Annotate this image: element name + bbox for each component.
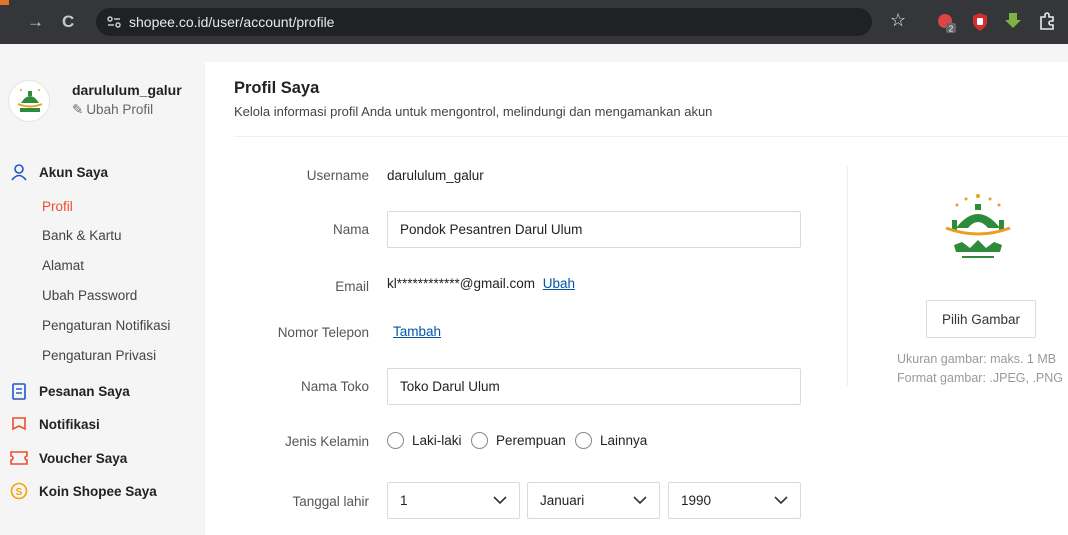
user-icon — [10, 163, 28, 181]
clipboard-icon — [10, 382, 28, 400]
name-input[interactable]: Pondok Pesantren Darul Ulum — [387, 211, 801, 248]
ticket-icon — [10, 449, 28, 467]
chevron-down-icon — [774, 496, 788, 505]
sidebar-item-akun-saya[interactable]: Akun Saya — [10, 163, 108, 181]
email-row: kl************@gmail.com Ubah — [387, 276, 575, 291]
address-bar[interactable]: shopee.co.id/user/account/profile — [96, 8, 872, 36]
username-label: Username — [306, 168, 369, 183]
avatar[interactable] — [8, 80, 50, 122]
name-label: Nama — [332, 222, 369, 237]
pencil-icon: ✎ — [72, 102, 84, 117]
extension-badge-icon[interactable]: 2 — [936, 12, 958, 34]
sidebar-item-notifikasi[interactable]: Notifikasi — [10, 415, 100, 433]
sidebar-item-label: Pesanan Saya — [39, 383, 130, 399]
chevron-down-icon — [493, 496, 507, 505]
sidebar-item-label: Koin Shopee Saya — [39, 483, 157, 499]
username-value: darululum_galur — [387, 168, 484, 183]
sidebar-item-pesanan-saya[interactable]: Pesanan Saya — [10, 382, 130, 400]
dob-day-value: 1 — [400, 493, 408, 508]
radio-circle — [471, 432, 488, 449]
download-arrow-icon[interactable] — [1004, 12, 1022, 32]
browser-toolbar: → C shopee.co.id/user/account/profile ☆ … — [0, 0, 1068, 44]
dob-year-value: 1990 — [681, 493, 712, 508]
gender-radio-lainnya[interactable]: Lainnya — [575, 432, 647, 449]
forward-icon[interactable]: → — [27, 12, 44, 32]
email-label: Email — [335, 279, 369, 294]
extensions-puzzle-icon[interactable] — [1038, 12, 1056, 32]
shop-name-input[interactable]: Toko Darul Ulum — [387, 368, 801, 405]
radio-circle — [387, 432, 404, 449]
tab-indicator — [0, 0, 9, 5]
divider — [234, 136, 1068, 137]
dob-month-value: Januari — [540, 493, 585, 508]
gender-radio-laki-laki[interactable]: Laki-laki — [387, 432, 462, 449]
bell-icon — [10, 415, 28, 433]
radio-label: Lainnya — [600, 433, 648, 448]
sidebar: darululum_galur ✎ Ubah Profil Akun Saya P… — [0, 44, 205, 535]
image-size-hint: Ukuran gambar: maks. 1 MB — [897, 352, 1057, 366]
radio-label: Laki-laki — [412, 433, 462, 448]
sidebar-item-profil[interactable]: Profil — [42, 199, 73, 214]
radio-circle — [575, 432, 592, 449]
sidebar-item-bank-kartu[interactable]: Bank & Kartu — [42, 228, 122, 243]
gender-label: Jenis Kelamin — [284, 434, 369, 449]
sidebar-username: darululum_galur — [72, 82, 182, 98]
sidebar-item-label: Notifikasi — [39, 416, 100, 432]
svg-text:S: S — [16, 487, 23, 498]
reload-icon[interactable]: C — [62, 12, 74, 32]
sidebar-item-koin-shopee[interactable]: S Koin Shopee Saya — [10, 482, 157, 500]
sidebar-item-pengaturan-privasi[interactable]: Pengaturan Privasi — [42, 348, 156, 363]
choose-image-button[interactable]: Pilih Gambar — [926, 300, 1036, 338]
dob-month-select[interactable]: Januari — [527, 482, 660, 519]
email-change-link[interactable]: Ubah — [543, 276, 575, 291]
sidebar-item-voucher-saya[interactable]: Voucher Saya — [10, 449, 127, 467]
site-settings-icon[interactable] — [106, 15, 122, 29]
page-subtitle: Kelola informasi profil Anda untuk mengo… — [234, 104, 713, 119]
dob-label: Tanggal lahir — [292, 494, 369, 509]
darul-ulum-logo-small — [17, 89, 43, 112]
email-value: kl************@gmail.com — [387, 276, 536, 291]
radio-label: Perempuan — [496, 433, 566, 448]
profile-card: Profil Saya Kelola informasi profil Anda… — [205, 62, 1068, 535]
sidebar-item-label: Voucher Saya — [39, 450, 128, 466]
panel-divider — [847, 166, 848, 386]
phone-label: Nomor Telepon — [277, 325, 369, 340]
ad-block-icon[interactable] — [971, 12, 989, 32]
dob-year-select[interactable]: 1990 — [668, 482, 801, 519]
url-text: shopee.co.id/user/account/profile — [129, 14, 335, 30]
image-format-hint: Format gambar: .JPEG, .PNG — [897, 371, 1064, 385]
gender-radio-perempuan[interactable]: Perempuan — [471, 432, 566, 449]
chevron-down-icon — [633, 496, 647, 505]
extension-badge-count: 2 — [949, 25, 954, 34]
edit-profile-label: Ubah Profil — [86, 102, 154, 117]
page-title: Profil Saya — [234, 79, 320, 97]
sidebar-item-alamat[interactable]: Alamat — [42, 258, 84, 273]
shop-name-label: Nama Toko — [300, 379, 369, 394]
darul-ulum-logo — [945, 194, 1011, 258]
edit-profile-link[interactable]: ✎ Ubah Profil — [72, 102, 153, 118]
phone-add-link[interactable]: Tambah — [393, 324, 441, 339]
sidebar-item-ubah-password[interactable]: Ubah Password — [42, 288, 137, 303]
sidebar-item-label: Akun Saya — [39, 164, 109, 180]
dob-day-select[interactable]: 1 — [387, 482, 520, 519]
sidebar-item-pengaturan-notifikasi[interactable]: Pengaturan Notifikasi — [42, 318, 170, 333]
coin-icon: S — [10, 482, 28, 500]
bookmark-star-icon[interactable]: ☆ — [890, 10, 906, 31]
